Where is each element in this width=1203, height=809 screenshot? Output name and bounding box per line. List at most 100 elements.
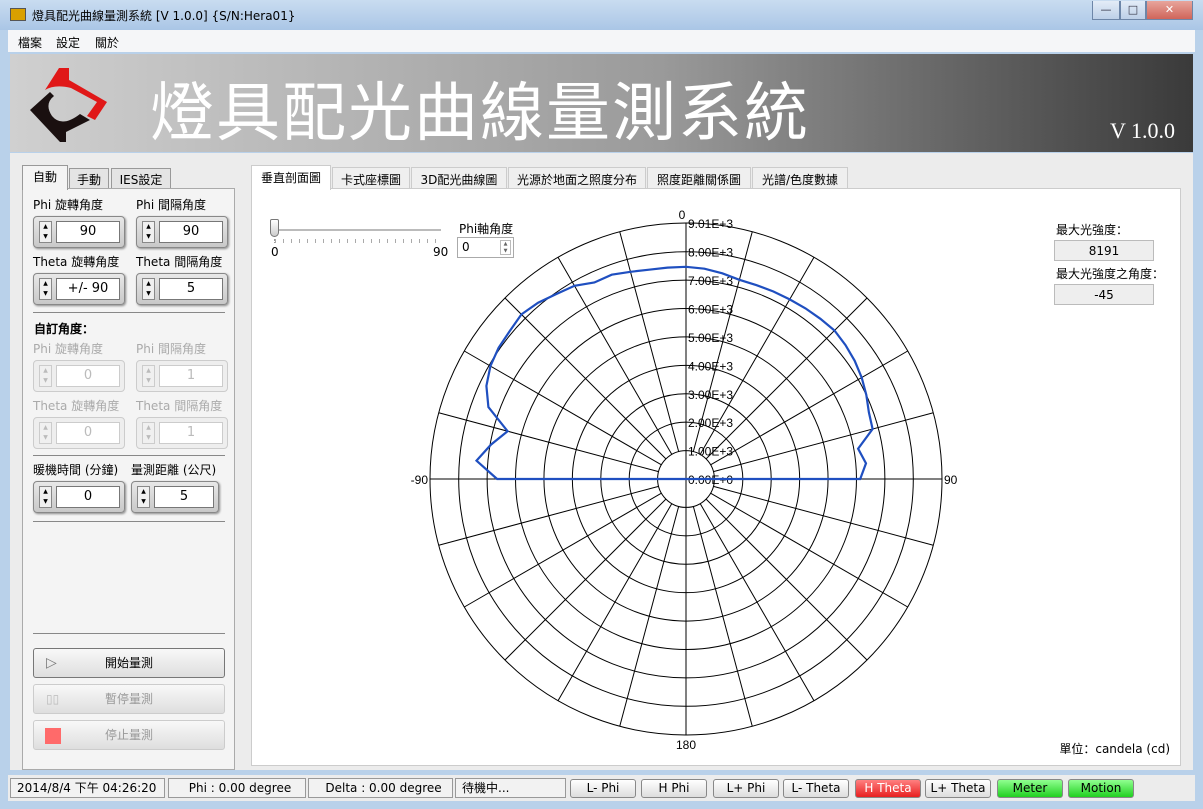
spin-arrows-icon[interactable]: ▲ ▼	[142, 422, 155, 444]
custom-phi-rotation-input[interactable]: 0	[56, 365, 120, 387]
indicator-h-phi[interactable]: H Phi	[641, 779, 707, 798]
max-angle-label: 最大光強度之角度：	[1056, 267, 1165, 281]
grid-spoke	[710, 492, 908, 608]
tab-auto[interactable]: 自動	[22, 165, 68, 190]
indicator-motion[interactable]: Motion	[1068, 779, 1134, 798]
status-datetime: 2014/8/4 下午 04:26:20	[10, 778, 165, 798]
minimize-button[interactable]: —	[1092, 1, 1120, 20]
angle-label: 90	[944, 473, 958, 487]
radial-tick-label: 4.00E+3	[688, 359, 733, 373]
spin-arrows-icon[interactable]: ▲ ▼	[39, 365, 52, 387]
vertical-profile-panel: 0 90 Phi軸角度 0 ▲ ▼ 0.00E+0 1.00E+3 2.00E+3 3.…	[251, 188, 1181, 766]
radial-tick-label: 6.00E+3	[688, 303, 733, 317]
grid-spoke	[557, 503, 673, 701]
max-intensity-value: 8191	[1054, 240, 1154, 261]
custom-phi-interval-input[interactable]: 1	[159, 365, 223, 387]
intensity-curve	[474, 265, 874, 481]
stop-icon	[45, 728, 61, 744]
angle-label: 0	[679, 208, 686, 222]
stop-label: 停止量測	[104, 728, 153, 742]
close-button[interactable]: ✕	[1146, 1, 1193, 20]
custom-phi-interval-label: Phi 間隔角度	[136, 342, 206, 356]
indicator-meter[interactable]: Meter	[997, 779, 1063, 798]
theta-interval-stepper[interactable]: ▲ ▼ 5	[136, 273, 228, 305]
phi-rotation-input[interactable]: 90	[56, 221, 120, 243]
radial-tick-label: 5.00E+3	[688, 331, 733, 345]
grid-spoke	[619, 231, 680, 452]
distance-label: 量測距離 (公尺)	[131, 463, 217, 477]
theta-interval-input[interactable]: 5	[159, 278, 223, 300]
spin-arrows-icon[interactable]: ▲ ▼	[39, 221, 52, 243]
banner: 燈具配光曲線量測系統 V 1.0.0	[10, 54, 1193, 152]
stop-measure-button[interactable]: 停止量測	[33, 720, 225, 750]
spin-arrows-icon[interactable]: ▲ ▼	[39, 422, 52, 444]
maximize-button[interactable]: □	[1120, 1, 1146, 20]
theta-rotation-stepper[interactable]: ▲ ▼ +/- 90	[33, 273, 125, 305]
spin-arrows-icon[interactable]: ▲ ▼	[137, 486, 150, 508]
angle-label: -90	[411, 473, 429, 487]
indicator-l--phi[interactable]: L- Phi	[570, 779, 636, 798]
custom-theta-rotation-input[interactable]: 0	[56, 422, 120, 444]
phi-interval-input[interactable]: 90	[159, 221, 223, 243]
pause-measure-button[interactable]: ▯▯ 暫停量測	[33, 684, 225, 714]
radial-tick-label: 8.00E+3	[688, 246, 733, 260]
max-intensity-label: 最大光強度：	[1056, 223, 1129, 237]
distance-stepper[interactable]: ▲ ▼ 5	[131, 481, 219, 513]
indicator-l+-theta[interactable]: L+ Theta	[925, 779, 991, 798]
grid-spoke	[705, 498, 868, 661]
theta-rotation-label: Theta 旋轉角度	[33, 255, 120, 269]
radial-tick-label: 3.00E+3	[688, 388, 733, 402]
status-bar: 2014/8/4 下午 04:26:20 Phi : 0.00 degree D…	[8, 775, 1195, 801]
grid-spoke	[438, 412, 659, 473]
custom-angle-label: 自訂角度：	[34, 322, 95, 336]
custom-theta-interval-input[interactable]: 1	[159, 422, 223, 444]
polar-intensity-chart: 0.00E+01.00E+32.00E+33.00E+34.00E+35.00E…	[411, 208, 958, 752]
menu-bar: 檔案 設定 關於	[8, 30, 1195, 52]
spin-arrows-icon[interactable]: ▲ ▼	[142, 278, 155, 300]
grid-spoke	[710, 350, 908, 466]
grid-spoke	[464, 350, 662, 466]
angle-label: 180	[676, 738, 696, 752]
unit-label: 單位：candela (cd)	[1059, 742, 1170, 756]
grid-spoke	[504, 297, 667, 460]
indicator-l--theta[interactable]: L- Theta	[783, 779, 849, 798]
grid-spoke	[713, 485, 934, 546]
divider	[33, 312, 225, 313]
status-state: 待機中...	[455, 778, 566, 798]
spin-arrows-icon[interactable]: ▲ ▼	[142, 365, 155, 387]
custom-phi-rotation-label: Phi 旋轉角度	[33, 342, 103, 356]
custom-phi-rotation-stepper[interactable]: ▲ ▼ 0	[33, 360, 125, 392]
start-label: 開始量測	[104, 656, 153, 670]
indicator-l+-phi[interactable]: L+ Phi	[713, 779, 779, 798]
spin-arrows-icon[interactable]: ▲ ▼	[142, 221, 155, 243]
menu-file[interactable]: 檔案	[18, 34, 42, 51]
start-measure-button[interactable]: ▷ 開始量測	[33, 648, 225, 678]
tab-vertical-profile[interactable]: 垂直剖面圖	[251, 165, 331, 190]
menu-about[interactable]: 關於	[95, 34, 119, 51]
theta-rotation-input[interactable]: +/- 90	[56, 278, 120, 300]
distance-input[interactable]: 5	[154, 486, 214, 508]
custom-theta-interval-stepper[interactable]: ▲ ▼ 1	[136, 417, 228, 449]
phi-rotation-stepper[interactable]: ▲ ▼ 90	[33, 216, 125, 248]
warmup-stepper[interactable]: ▲ ▼ 0	[33, 481, 125, 513]
status-phi: Phi : 0.00 degree	[168, 778, 306, 798]
custom-theta-rotation-stepper[interactable]: ▲ ▼ 0	[33, 417, 125, 449]
menu-settings[interactable]: 設定	[56, 34, 80, 51]
grid-spoke	[619, 506, 680, 727]
radial-tick-label: 1.00E+3	[688, 445, 733, 459]
grid-spoke	[438, 485, 659, 546]
spin-arrows-icon[interactable]: ▲ ▼	[39, 486, 52, 508]
spin-arrows-icon[interactable]: ▲ ▼	[39, 278, 52, 300]
banner-version: V 1.0.0	[1110, 118, 1175, 143]
window-title: 燈具配光曲線量測系統 [V 1.0.0] {S/N:Hera01}	[32, 9, 296, 23]
indicator-h-theta[interactable]: H Theta	[855, 779, 921, 798]
radial-tick-label: 7.00E+3	[688, 274, 733, 288]
warmup-label: 暖機時間 (分鐘)	[33, 463, 119, 477]
warmup-input[interactable]: 0	[56, 486, 120, 508]
radial-tick-label: 2.00E+3	[688, 416, 733, 430]
company-logo	[30, 68, 107, 142]
status-delta: Delta : 0.00 degree	[308, 778, 453, 798]
phi-interval-stepper[interactable]: ▲ ▼ 90	[136, 216, 228, 248]
custom-phi-interval-stepper[interactable]: ▲ ▼ 1	[136, 360, 228, 392]
app-icon	[10, 8, 26, 21]
